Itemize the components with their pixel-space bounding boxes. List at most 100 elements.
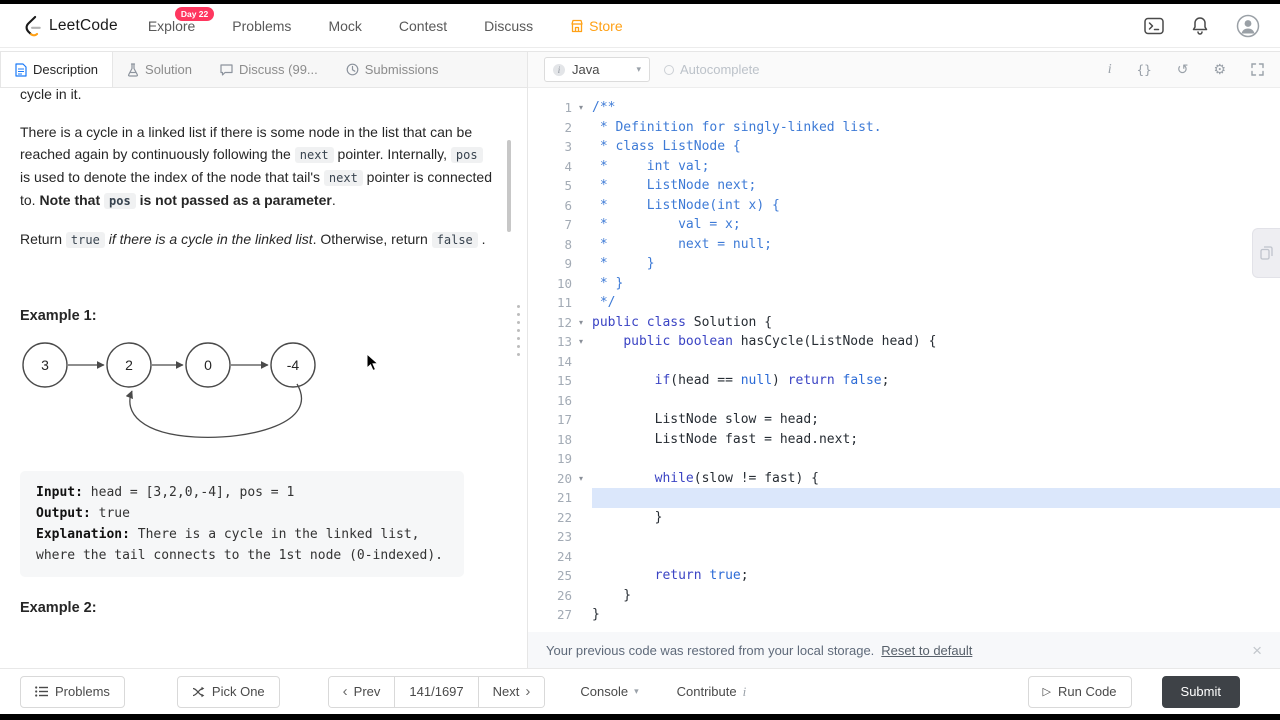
playground-icon[interactable] [1144,17,1164,35]
avatar-icon[interactable] [1236,14,1260,38]
code-line[interactable]: 18 ListNode fast = head.next; [528,430,1280,450]
code-line[interactable]: 14 [528,352,1280,372]
line-number: 3 [564,139,572,154]
code-line[interactable]: 2 * Definition for singly-linked list. [528,118,1280,138]
description-content: cycle in it. There is a cycle in a linke… [0,88,527,619]
tab-submissions[interactable]: Submissions [332,52,453,87]
autocomplete-toggle[interactable]: Autocomplete [664,62,760,77]
fold-gutter [572,293,590,313]
prev-button[interactable]: ‹ Prev [328,676,395,707]
fold-arrow-icon[interactable]: ▾ [572,98,590,118]
code-line[interactable]: 1 ▾/** [528,98,1280,118]
next-button[interactable]: Next › [478,676,545,707]
code-line[interactable]: 24 [528,547,1280,567]
code-line[interactable]: 17 ListNode slow = head; [528,410,1280,430]
notifications-bell-icon[interactable] [1191,16,1209,36]
code-line[interactable]: 5 * ListNode next; [528,176,1280,196]
tab-solution[interactable]: Solution [113,52,206,87]
language-value: Java [572,62,600,77]
code-line[interactable]: 11 */ [528,293,1280,313]
code-line[interactable]: 25 return true; [528,566,1280,586]
code-line[interactable]: 22 } [528,508,1280,528]
reset-code-icon[interactable]: ↺ [1177,61,1189,78]
nav-item-contest[interactable]: Contest [399,18,447,34]
problems-list-button[interactable]: Problems [20,675,125,708]
nav-item-problems[interactable]: Problems [232,18,291,34]
code-line[interactable]: 13 ▾ public boolean hasCycle(ListNode hea… [528,332,1280,352]
nav-item-discuss[interactable]: Discuss [484,18,533,34]
fold-gutter [572,391,590,411]
side-flyout-tab[interactable] [1252,228,1280,278]
code-line[interactable]: 4 * int val; [528,157,1280,177]
code-editor[interactable]: 1 ▾/** 2 * Definition for singly-linked li… [528,88,1280,632]
code-line[interactable]: 26 } [528,586,1280,606]
nav-item-mock[interactable]: Mock [328,18,361,34]
line-number: 22 [556,509,572,525]
code-text: * val = x; [592,217,741,232]
code-line[interactable]: 9 * } [528,254,1280,274]
settings-gear-icon[interactable]: ⚙ [1213,61,1226,78]
fold-gutter [572,235,590,255]
code-line[interactable]: 7 * val = x; [528,215,1280,235]
fold-gutter [572,371,590,391]
code-line[interactable]: 27} [528,605,1280,625]
tab-description[interactable]: Description [0,52,114,87]
submit-button[interactable]: Submit [1161,675,1240,708]
nav-item-store[interactable]: Store [570,18,623,34]
fold-gutter [572,566,590,586]
code-text [592,449,1280,469]
code-line[interactable]: 15 if(head == null) return false; [528,371,1280,391]
code-text: public class Solution { [592,314,773,330]
reset-to-default-link[interactable]: Reset to default [881,643,972,658]
console-toggle[interactable]: Console ▾ [580,684,638,699]
fullscreen-icon[interactable] [1251,63,1264,76]
line-number: 5 [564,178,572,193]
fold-gutter [572,254,590,274]
nav-item-explore[interactable]: Explore Day 22 [148,6,215,34]
example-1-block: Input: head = [3,2,0,-4], pos = 1 Output:… [20,471,464,577]
line-number: 25 [556,568,572,583]
chevron-left-icon: ‹ [342,683,348,700]
fold-arrow-icon[interactable]: ▾ [572,313,590,333]
code-text [592,352,1280,372]
run-code-button[interactable]: ▷ Run Code [1027,675,1132,708]
code-text: } [592,587,632,603]
code-line[interactable]: 3 * class ListNode { [528,137,1280,157]
nav-right-icons [1144,14,1260,38]
code-text: * } [592,256,655,271]
close-icon[interactable]: × [1252,642,1262,659]
node-value: 2 [125,357,133,373]
code-text: ListNode slow = head; [592,412,819,427]
language-select[interactable]: i Java ▾ [544,57,650,82]
code-line[interactable]: 23 [528,527,1280,547]
line-number: 2 [564,119,572,135]
code-text [592,547,1280,567]
example-io-row: Output: true [36,506,130,521]
code-line[interactable]: 8 * next = null; [528,235,1280,255]
tab-discuss[interactable]: Discuss (99... [206,52,332,87]
code-line[interactable]: 21 [528,488,1280,508]
pick-one-button[interactable]: Pick One [176,675,280,708]
line-number: 10 [556,275,572,291]
contribute-button[interactable]: Contribute i [677,684,747,700]
code-line[interactable]: 10 * } [528,274,1280,294]
left-panel-scrollbar-thumb[interactable] [507,140,511,232]
code-text: * } [592,275,624,291]
code-line[interactable]: 6 * ListNode(int x) { [528,196,1280,216]
leetcode-logo[interactable]: LeetCode [20,14,118,38]
day-badge: Day 22 [174,6,215,21]
code-line[interactable]: 16 [528,391,1280,411]
description-scroll-area[interactable]: cycle in it. There is a cycle in a linke… [0,88,527,668]
code-line[interactable]: 20 ▾ while(slow != fast) { [528,469,1280,489]
code-line[interactable]: 19 [528,449,1280,469]
fold-arrow-icon[interactable]: ▾ [572,469,590,489]
fold-gutter [572,215,590,235]
line-number: 26 [556,587,572,603]
panel-resize-handle[interactable] [517,305,520,356]
code-line[interactable]: 12 ▾ public class Solution { [528,313,1280,333]
info-icon[interactable]: i [1108,62,1112,78]
format-code-icon[interactable]: {} [1137,62,1152,77]
code-text: * ListNode(int x) { [592,197,780,213]
inline-code-chip: true [65,232,105,248]
fold-arrow-icon[interactable]: ▾ [572,332,590,352]
